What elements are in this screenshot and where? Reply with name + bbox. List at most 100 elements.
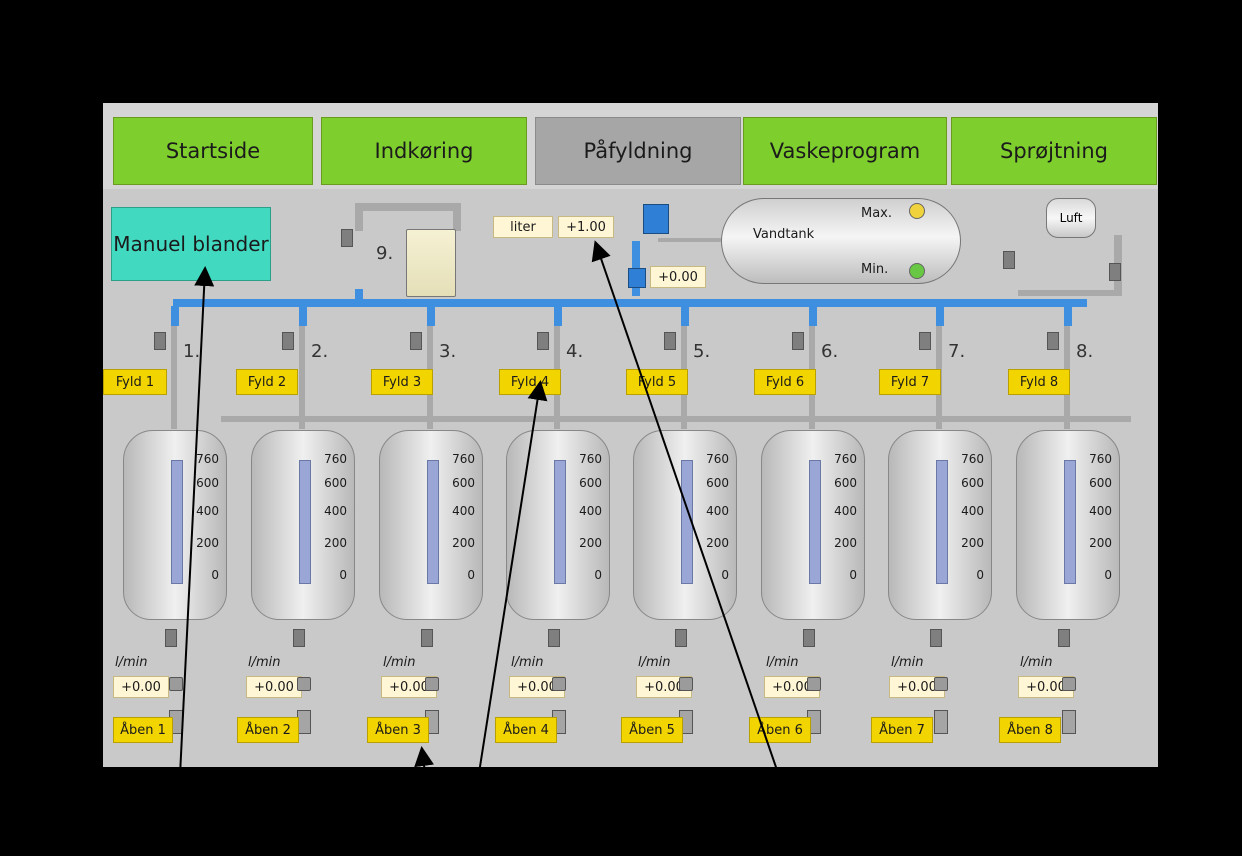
pump-2-icon[interactable] bbox=[297, 677, 311, 691]
tab-vaskeprogram[interactable]: Vaskeprogram bbox=[743, 117, 947, 185]
open-8-button[interactable]: Åben 8 bbox=[999, 717, 1061, 743]
flow-meter-icon bbox=[628, 268, 646, 288]
outlet-3-valve-icon[interactable] bbox=[421, 629, 433, 647]
open-2-button[interactable]: Åben 2 bbox=[237, 717, 299, 743]
tab-indkoring-label: Indkøring bbox=[374, 139, 474, 163]
fill-1-button[interactable]: Fyld 1 bbox=[103, 369, 167, 395]
pump-icon bbox=[643, 204, 669, 234]
main-blue-manifold bbox=[173, 299, 1087, 307]
fill-2-button[interactable]: Fyld 2 bbox=[236, 369, 298, 395]
flow-3-unit: l/min bbox=[383, 655, 416, 670]
liter-value[interactable]: +1.00 bbox=[558, 216, 614, 238]
branch-1-valve-icon[interactable] bbox=[154, 332, 166, 350]
pump-7-icon[interactable] bbox=[934, 677, 948, 691]
tab-pafyldning[interactable]: Påfyldning bbox=[535, 117, 741, 185]
air-valve-right-icon[interactable] bbox=[1109, 263, 1121, 281]
open-7-button[interactable]: Åben 7 bbox=[871, 717, 933, 743]
air-valve-left-icon[interactable] bbox=[1003, 251, 1015, 269]
tank-7-scale: 760 600 400 200 0 bbox=[956, 452, 984, 592]
fill-3-button[interactable]: Fyld 3 bbox=[371, 369, 433, 395]
pump-5-icon[interactable] bbox=[679, 677, 693, 691]
branch-8-valve-icon[interactable] bbox=[1047, 332, 1059, 350]
tank-7-scale-400: 400 bbox=[961, 504, 984, 518]
tank-5-scale-760: 760 bbox=[706, 452, 729, 466]
tank-2-scale-200: 200 bbox=[324, 536, 347, 550]
lower-gray-manifold bbox=[221, 416, 1131, 422]
valve-9-icon[interactable] bbox=[341, 229, 353, 247]
fill-8-button[interactable]: Fyld 8 bbox=[1008, 369, 1070, 395]
tank-2: 760 600 400 200 0 bbox=[251, 430, 355, 620]
tank-6-scale-400: 400 bbox=[834, 504, 857, 518]
tank-8-scale-400: 400 bbox=[1089, 504, 1112, 518]
branch-7-valve-icon[interactable] bbox=[919, 332, 931, 350]
open-3-button[interactable]: Åben 3 bbox=[367, 717, 429, 743]
fill-6-button[interactable]: Fyld 6 bbox=[754, 369, 816, 395]
tank-4: 760 600 400 200 0 bbox=[506, 430, 610, 620]
outlet-5-valve-icon[interactable] bbox=[675, 629, 687, 647]
open-6-button[interactable]: Åben 6 bbox=[749, 717, 811, 743]
outlet-1-valve-icon[interactable] bbox=[165, 629, 177, 647]
branch-4-valve-icon[interactable] bbox=[537, 332, 549, 350]
bucket-icon bbox=[406, 229, 456, 297]
tank-1-scale-400: 400 bbox=[196, 504, 219, 518]
bucket-top-pipe bbox=[355, 203, 459, 211]
tank-8-scale-200: 200 bbox=[1089, 536, 1112, 550]
branch-6-number: 6. bbox=[821, 341, 839, 362]
branch-5-valve-icon[interactable] bbox=[664, 332, 676, 350]
outlet-6-valve-icon[interactable] bbox=[803, 629, 815, 647]
pump-4-icon[interactable] bbox=[552, 677, 566, 691]
branch-5-number: 5. bbox=[693, 341, 711, 362]
branch-2-blue-drop bbox=[299, 306, 307, 326]
branch-6-blue-drop bbox=[809, 306, 817, 326]
outlet-8-valve-icon[interactable] bbox=[1058, 629, 1070, 647]
outlet-2-valve-icon[interactable] bbox=[293, 629, 305, 647]
tab-indkoring[interactable]: Indkøring bbox=[321, 117, 527, 185]
branch-3-valve-icon[interactable] bbox=[410, 332, 422, 350]
branch-4-blue-drop bbox=[554, 306, 562, 326]
outlet-7-valve-icon[interactable] bbox=[930, 629, 942, 647]
tank-7: 760 600 400 200 0 bbox=[888, 430, 992, 620]
flow-6-unit: l/min bbox=[766, 655, 799, 670]
pump-8-icon[interactable] bbox=[1062, 677, 1076, 691]
tab-startside-label: Startside bbox=[165, 139, 261, 163]
pump-6-icon[interactable] bbox=[807, 677, 821, 691]
max-label: Max. bbox=[861, 206, 893, 221]
tank-1: 760 600 400 200 0 bbox=[123, 430, 227, 620]
tab-sprojtning[interactable]: Sprøjtning bbox=[951, 117, 1157, 185]
water-tank-label: Vandtank bbox=[753, 227, 815, 242]
pump-3-icon[interactable] bbox=[425, 677, 439, 691]
outlet-4-valve-icon[interactable] bbox=[548, 629, 560, 647]
manual-mixer-button[interactable]: Manuel blander bbox=[111, 207, 271, 281]
open-5-button[interactable]: Åben 5 bbox=[621, 717, 683, 743]
branch-2-valve-icon[interactable] bbox=[282, 332, 294, 350]
tab-startside[interactable]: Startside bbox=[113, 117, 313, 185]
tank-7-scale-760: 760 bbox=[961, 452, 984, 466]
branch-6-valve-icon[interactable] bbox=[792, 332, 804, 350]
valve-9-label: 9. bbox=[376, 243, 394, 264]
fill-7-button[interactable]: Fyld 7 bbox=[879, 369, 941, 395]
open-4-button[interactable]: Åben 4 bbox=[495, 717, 557, 743]
tank-5-scale-200: 200 bbox=[706, 536, 729, 550]
tank-1-scale-0: 0 bbox=[211, 568, 219, 582]
tab-sprojtning-label: Sprøjtning bbox=[1000, 139, 1108, 163]
fill-5-button[interactable]: Fyld 5 bbox=[626, 369, 688, 395]
tank-2-scale: 760 600 400 200 0 bbox=[319, 452, 347, 592]
hmi-screen: Startside Indkøring Påfyldning Vaskeprog… bbox=[103, 103, 1158, 767]
tab-pafyldning-label: Påfyldning bbox=[583, 139, 693, 163]
tank-1-scale-600: 600 bbox=[196, 476, 219, 490]
branch-2-number: 2. bbox=[311, 341, 329, 362]
tank-6-scale-600: 600 bbox=[834, 476, 857, 490]
tank-4-level-gauge bbox=[554, 460, 566, 584]
min-indicator-icon bbox=[909, 263, 925, 279]
fill-4-button[interactable]: Fyld 4 bbox=[499, 369, 561, 395]
tank-2-scale-400: 400 bbox=[324, 504, 347, 518]
max-indicator-icon bbox=[909, 203, 925, 219]
tank-5-scale-600: 600 bbox=[706, 476, 729, 490]
tank-2-level-gauge bbox=[299, 460, 311, 584]
branch-7-blue-drop bbox=[936, 306, 944, 326]
pump-1-icon[interactable] bbox=[169, 677, 183, 691]
branch-1-number: 1. bbox=[183, 341, 201, 362]
open-1-button[interactable]: Åben 1 bbox=[113, 717, 173, 743]
manual-mixer-label: Manuel blander bbox=[113, 232, 269, 256]
bucket-blue-stub bbox=[355, 289, 363, 305]
